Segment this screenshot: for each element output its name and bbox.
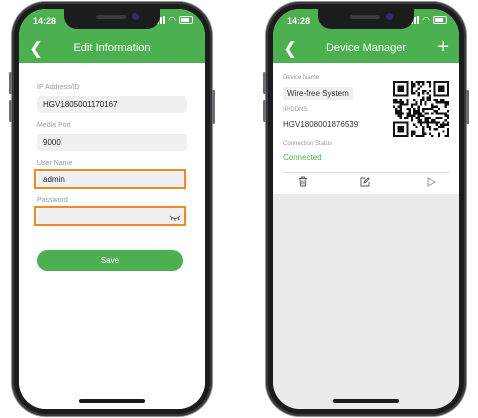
user-name-label: User Name	[37, 160, 73, 167]
user-name-highlight	[34, 169, 186, 189]
connection-status-label: Connection Status	[283, 141, 333, 147]
notch	[318, 9, 414, 29]
device-card[interactable]: Device Name Wire-free System IP/DDNS HGV…	[273, 63, 459, 194]
wifi-icon: ◠	[168, 15, 176, 25]
ip-address-label: IP Address/ID	[37, 84, 80, 91]
status-time: 14:28	[33, 16, 57, 26]
play-icon[interactable]	[423, 176, 439, 192]
screen: 14:28 ◠ ❮ Device Manager + Device Name W…	[273, 9, 459, 409]
phone-edit-information: 14:28 ◠ ❮ Edit Information IP Address/ID…	[9, 2, 215, 416]
nav-bar: ❮ Edit Information	[19, 39, 205, 59]
device-name-label: Device Name	[283, 75, 320, 81]
ip-address-field[interactable]: HGV1805001170167	[37, 96, 187, 113]
device-list: Device Name Wire-free System IP/DDNS HGV…	[273, 63, 459, 409]
password-highlight	[34, 206, 186, 226]
volume-up-button	[9, 72, 12, 94]
edit-icon[interactable]	[357, 176, 373, 192]
media-port-field[interactable]: 9000	[37, 134, 187, 151]
ipddns-value: HGV1808001876539	[283, 120, 359, 129]
password-label: Password	[37, 197, 68, 204]
qr-code	[393, 81, 449, 137]
ipddns-label: IP/DDNS	[283, 107, 308, 113]
device-actions	[273, 176, 459, 192]
device-name-value: Wire-free System	[283, 87, 353, 100]
phone-device-manager: 14:28 ◠ ❮ Device Manager + Device Name W…	[263, 2, 469, 416]
volume-up-button	[263, 72, 266, 94]
nav-bar: ❮ Device Manager +	[273, 37, 459, 59]
divider	[283, 172, 449, 173]
page-title: Edit Information	[73, 42, 151, 54]
edit-form: IP Address/ID HGV1805001170167 Media Por…	[19, 63, 205, 409]
volume-down-button	[263, 100, 266, 122]
volume-down-button	[9, 100, 12, 122]
media-port-label: Media Port	[37, 122, 71, 129]
status-time: 14:28	[287, 16, 311, 26]
home-indicator	[79, 399, 145, 403]
page-title: Device Manager	[325, 42, 407, 54]
wifi-icon: ◠	[422, 15, 430, 25]
plus-icon[interactable]: +	[437, 37, 449, 57]
screen: 14:28 ◠ ❮ Edit Information IP Address/ID…	[19, 9, 205, 409]
notch	[64, 9, 160, 29]
power-button	[466, 90, 469, 124]
trash-icon[interactable]	[295, 176, 311, 192]
battery-icon	[179, 16, 193, 24]
battery-icon	[433, 16, 447, 24]
power-button	[212, 90, 215, 124]
connection-status-value: Connected	[283, 153, 322, 162]
save-button[interactable]: Save	[37, 250, 183, 271]
home-indicator	[333, 399, 399, 403]
